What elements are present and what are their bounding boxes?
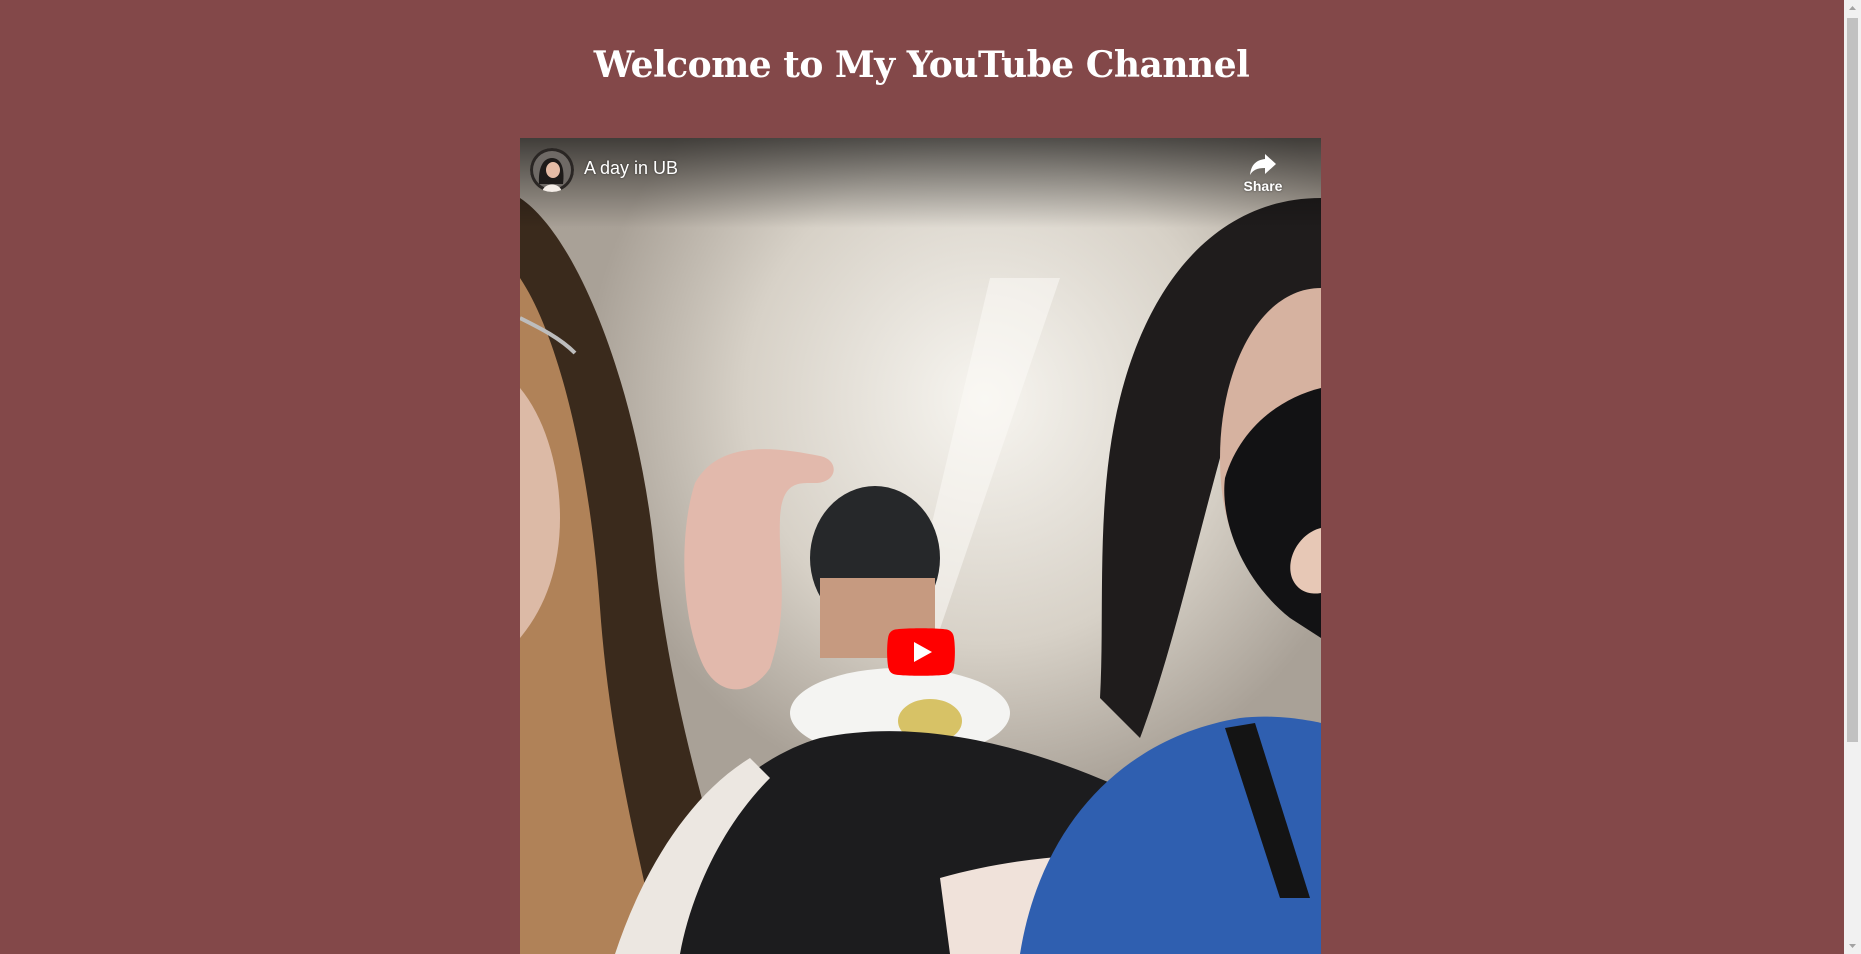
- youtube-play-icon: [887, 628, 955, 676]
- share-arrow-icon: [1250, 154, 1276, 175]
- channel-avatar[interactable]: [530, 148, 574, 192]
- avatar-image: [530, 148, 574, 192]
- scroll-down-arrow-icon[interactable]: [1844, 937, 1861, 954]
- youtube-video-player[interactable]: A day in UB Share: [520, 138, 1321, 954]
- share-label: Share: [1243, 178, 1283, 194]
- scrollbar-thumb[interactable]: [1847, 18, 1858, 742]
- play-button[interactable]: [887, 628, 955, 676]
- page: Welcome to My YouTube Channel A day in U…: [0, 0, 1861, 954]
- vertical-scrollbar[interactable]: [1844, 0, 1861, 954]
- video-thumbnail: [520, 138, 1321, 954]
- share-button[interactable]: Share: [1235, 150, 1291, 202]
- scroll-up-arrow-icon[interactable]: [1844, 0, 1861, 17]
- top-gradient-overlay: [520, 138, 1321, 228]
- page-title: Welcome to My YouTube Channel: [593, 44, 1250, 86]
- video-title[interactable]: A day in UB: [584, 158, 678, 179]
